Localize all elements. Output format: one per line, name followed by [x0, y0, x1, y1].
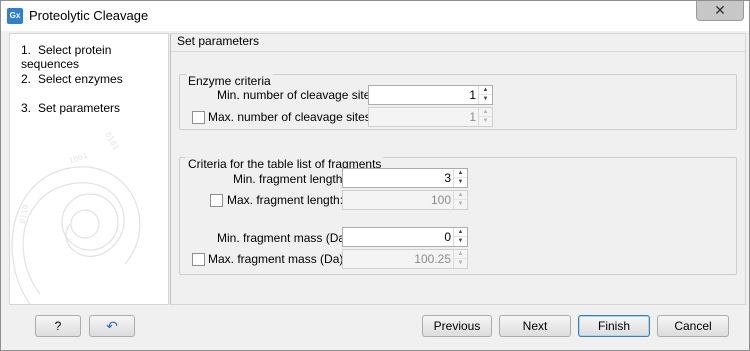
increment-arrow-icon[interactable]: ▲ [454, 191, 467, 200]
increment-arrow-icon[interactable]: ▲ [479, 86, 492, 95]
svg-text:1001: 1001 [68, 151, 89, 166]
step-number: 3. [21, 101, 32, 115]
decorative-spiral-graphic: 0101 1001 0110 [11, 131, 141, 304]
increment-arrow-icon[interactable]: ▲ [454, 250, 467, 259]
dialog-window: Gx Proteolytic Cleavage ✕ 1. Select prote… [0, 0, 750, 351]
svg-text:0101: 0101 [103, 131, 121, 152]
max-fragment-mass-checkbox[interactable] [192, 253, 205, 266]
stepper-value: 100.25 [414, 252, 451, 266]
stepper-value: 3 [444, 171, 451, 185]
step-select-enzymes[interactable]: 2. Select enzymes [21, 72, 123, 86]
stepper-value: 0 [444, 230, 451, 244]
previous-button[interactable]: Previous [422, 315, 492, 337]
step-select-protein-sequences[interactable]: 1. Select protein sequences [21, 43, 168, 71]
step-label: Set parameters [38, 101, 121, 115]
decrement-arrow-icon[interactable]: ▼ [454, 237, 467, 246]
divider [171, 51, 745, 52]
stepper-value: 1 [469, 110, 476, 124]
min-fragment-mass-label: Min. fragment mass (Da): [217, 231, 353, 245]
increment-arrow-icon[interactable]: ▲ [454, 169, 467, 178]
min-fragment-mass-stepper[interactable]: 0 ▲ ▼ [342, 227, 468, 247]
stepper-arrows: ▲ ▼ [453, 250, 467, 268]
wizard-steps-sidebar: 1. Select protein sequences 2. Select enzy… [9, 33, 169, 305]
undo-arrow-icon: ↶ [106, 318, 118, 334]
max-fragment-length-label: Max. fragment length: [227, 193, 344, 207]
decrement-arrow-icon[interactable]: ▼ [454, 200, 467, 209]
panel-title: Set parameters [177, 34, 260, 48]
max-fragment-length-checkbox[interactable] [210, 194, 223, 207]
increment-arrow-icon[interactable]: ▲ [454, 228, 467, 237]
stepper-value: 100 [430, 193, 451, 207]
window-title: Proteolytic Cleavage [29, 8, 149, 23]
decrement-arrow-icon[interactable]: ▼ [479, 95, 492, 104]
step-number: 2. [21, 72, 32, 86]
stepper-arrows: ▲ ▼ [478, 86, 492, 104]
close-button[interactable]: ✕ [696, 1, 744, 21]
min-fragment-length-stepper[interactable]: 3 ▲ ▼ [342, 168, 468, 188]
stepper-arrows: ▲ ▼ [453, 228, 467, 246]
stepper-arrows: ▲ ▼ [478, 108, 492, 126]
increment-arrow-icon[interactable]: ▲ [479, 108, 492, 117]
step-label: Select enzymes [38, 72, 123, 86]
min-fragment-length-label: Min. fragment length: [233, 172, 346, 186]
step-number: 1. [21, 43, 32, 57]
finish-button[interactable]: Finish [578, 315, 650, 337]
cancel-button[interactable]: Cancel [657, 315, 729, 337]
help-button[interactable]: ? [35, 315, 81, 337]
stepper-value: 1 [469, 88, 476, 102]
decrement-arrow-icon[interactable]: ▼ [454, 259, 467, 268]
parameters-panel: Set parameters Enzyme criteria Min. numb… [170, 33, 746, 305]
stepper-arrows: ▲ ▼ [453, 191, 467, 209]
max-cleavage-sites-checkbox[interactable] [192, 111, 205, 124]
svg-text:0110: 0110 [18, 204, 30, 225]
max-fragment-mass-stepper[interactable]: 100.25 ▲ ▼ [342, 249, 468, 269]
app-icon: Gx [7, 8, 23, 24]
max-cleavage-sites-stepper[interactable]: 1 ▲ ▼ [368, 107, 493, 127]
title-bar: Gx Proteolytic Cleavage ✕ [1, 1, 749, 31]
max-cleavage-sites-label: Max. number of cleavage sites: [208, 110, 375, 124]
decrement-arrow-icon[interactable]: ▼ [454, 178, 467, 187]
min-cleavage-sites-label: Min. number of cleavage sites: [217, 88, 380, 102]
decrement-arrow-icon[interactable]: ▼ [479, 117, 492, 126]
stepper-arrows: ▲ ▼ [453, 169, 467, 187]
max-fragment-length-stepper[interactable]: 100 ▲ ▼ [342, 190, 468, 210]
step-set-parameters[interactable]: 3. Set parameters [21, 101, 120, 115]
group-title: Enzyme criteria [186, 74, 273, 88]
min-cleavage-sites-stepper[interactable]: 1 ▲ ▼ [368, 85, 493, 105]
next-button[interactable]: Next [499, 315, 571, 337]
reset-button[interactable]: ↶ [89, 315, 135, 337]
max-fragment-mass-label: Max. fragment mass (Da): [208, 252, 347, 266]
